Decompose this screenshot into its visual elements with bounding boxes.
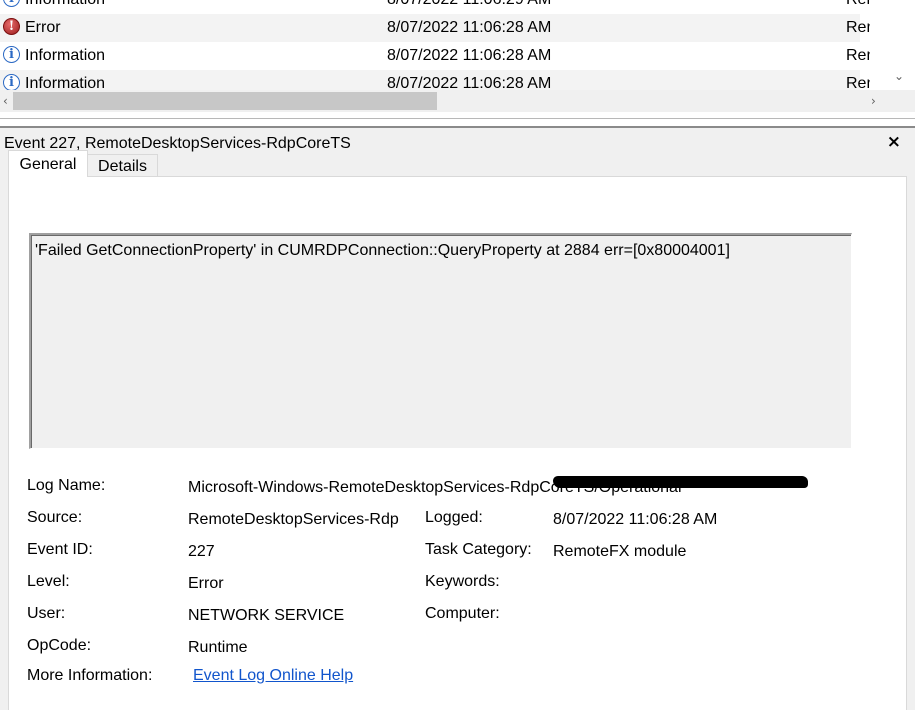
event-row[interactable]: ! Error 8/07/2022 11:06:28 AM Remo (0, 14, 870, 42)
opcode-value[interactable]: Runtime (188, 637, 248, 659)
event-list[interactable]: i Information 8/07/2022 11:06:29 AM Remo… (0, 0, 915, 118)
event-source: Remo (846, 19, 870, 36)
computer-label: Computer: (425, 605, 500, 622)
task-category-value[interactable]: RemoteFX module (553, 541, 686, 563)
info-icon: i (3, 46, 20, 63)
horizontal-scrollbar-thumb[interactable] (13, 92, 437, 110)
event-log-online-help-link[interactable]: Event Log Online Help (193, 667, 353, 684)
source-label: Source: (27, 509, 83, 526)
event-row[interactable]: i Information 8/07/2022 11:06:28 AM Remo (0, 42, 870, 70)
close-icon[interactable]: × (887, 132, 901, 152)
event-source: Remo (846, 0, 870, 14)
user-label: User: (27, 605, 66, 622)
tab-panel: 'Failed GetConnectionProperty' in CUMRDP… (8, 176, 907, 710)
event-source: Remo (846, 47, 870, 64)
tab-details[interactable]: Details (88, 154, 158, 176)
logged-value[interactable]: 8/07/2022 11:06:28 AM (553, 509, 717, 531)
level-label: Level: (27, 573, 70, 590)
tab-general[interactable]: General (8, 150, 88, 177)
more-information-label: More Information: (27, 667, 153, 684)
event-date: 8/07/2022 11:06:28 AM (387, 47, 552, 64)
scroll-down-arrow-icon[interactable]: ⌄ (894, 70, 904, 82)
event-message[interactable]: 'Failed GetConnectionProperty' in CUMRDP… (29, 233, 852, 449)
opcode-label: OpCode: (27, 637, 92, 654)
event-date: 8/07/2022 11:06:29 AM (387, 0, 551, 14)
event-row[interactable]: i Information 8/07/2022 11:06:29 AM Remo (0, 0, 870, 14)
task-category-label: Task Category: (425, 541, 532, 558)
info-icon: i (3, 0, 20, 7)
level-value[interactable]: Error (188, 573, 224, 595)
redacted-computer-value (553, 476, 808, 488)
info-icon: i (3, 74, 20, 91)
log-name-label: Log Name: (27, 477, 106, 494)
event-date: 8/07/2022 11:06:28 AM (387, 19, 552, 36)
event-detail-pane: Event 227, RemoteDesktopServices-RdpCore… (0, 128, 915, 710)
event-level: Information (25, 0, 105, 14)
logged-label: Logged: (425, 509, 483, 526)
event-id-value[interactable]: 227 (188, 541, 215, 563)
scroll-left-arrow-icon[interactable]: ‹ (3, 95, 8, 107)
user-value[interactable]: NETWORK SERVICE (188, 605, 344, 627)
horizontal-scrollbar[interactable]: ‹ › (0, 90, 915, 112)
source-value[interactable]: RemoteDesktopServices-Rdp (188, 509, 399, 531)
divider (0, 118, 915, 119)
error-icon: ! (3, 18, 20, 35)
scroll-right-arrow-icon[interactable]: › (871, 95, 876, 107)
event-level: Information (25, 47, 106, 64)
keywords-label: Keywords: (425, 573, 500, 590)
event-level: Error (25, 19, 61, 36)
event-id-label: Event ID: (27, 541, 93, 558)
